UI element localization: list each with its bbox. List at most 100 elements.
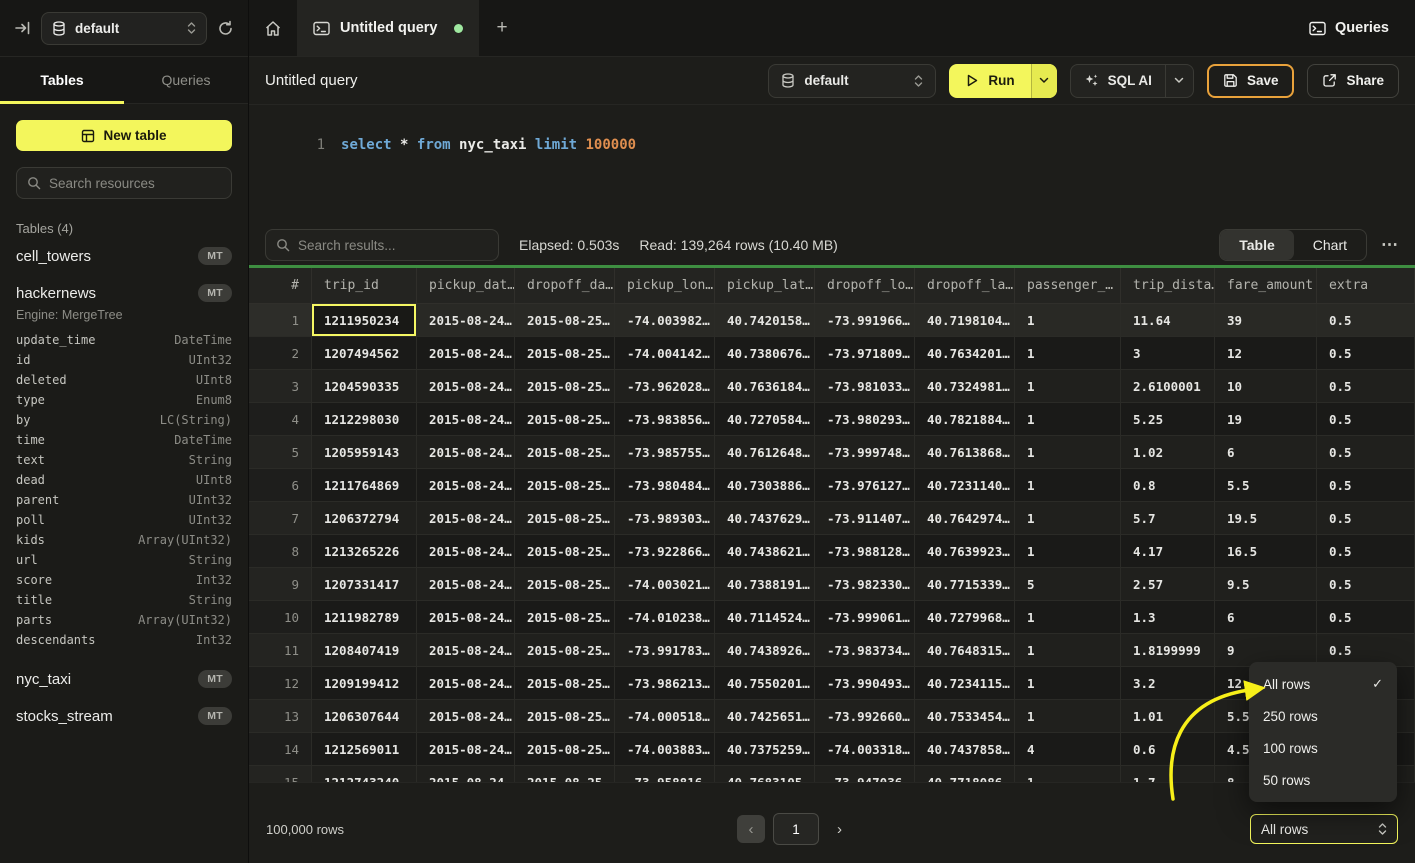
table-cell[interactable]: 1208407419 — [312, 634, 417, 667]
table-cell[interactable]: 1 — [1015, 601, 1121, 634]
table-cell[interactable]: 2015-08-25… — [515, 568, 615, 601]
table-cell[interactable]: 2015-08-25… — [515, 337, 615, 370]
table-row[interactable]: 1412125690112015-08-24…2015-08-25…-74.00… — [249, 733, 1415, 766]
table-cell[interactable]: 0.5 — [1317, 304, 1415, 337]
table-row[interactable]: 412122980302015-08-24…2015-08-25…-73.983… — [249, 403, 1415, 436]
table-cell[interactable]: 12 — [1215, 337, 1317, 370]
table-cell[interactable]: 11.64 — [1121, 304, 1215, 337]
sidebar-table-item-stocks_stream[interactable]: stocks_streamMT — [16, 699, 232, 733]
table-cell[interactable]: -73.983856… — [615, 403, 715, 436]
table-cell[interactable]: 2015-08-25… — [515, 403, 615, 436]
home-button[interactable] — [249, 0, 297, 56]
table-cell[interactable]: -73.947036… — [815, 766, 915, 782]
table-cell[interactable]: 2015-08-24… — [417, 502, 515, 535]
table-cell[interactable]: -74.000518… — [615, 700, 715, 733]
table-cell[interactable]: 1206372794 — [312, 502, 417, 535]
tab-untitled-query[interactable]: Untitled query — [297, 0, 479, 56]
table-cell[interactable]: 2015-08-24… — [417, 733, 515, 766]
table-cell[interactable]: -73.958816… — [615, 766, 715, 782]
table-cell[interactable]: 1 — [1015, 667, 1121, 700]
column-header-passenger_[interactable]: passenger_… — [1015, 268, 1121, 304]
table-cell[interactable]: 0.5 — [1317, 469, 1415, 502]
sidebar-tab-tables[interactable]: Tables — [0, 57, 124, 103]
current-page-button[interactable]: 1 — [773, 813, 819, 845]
results-search[interactable] — [265, 229, 499, 261]
table-cell[interactable]: 1 — [1015, 634, 1121, 667]
table-cell[interactable]: 0.5 — [1317, 502, 1415, 535]
run-options-caret[interactable] — [1031, 64, 1057, 98]
table-cell[interactable]: 40.7438621… — [715, 535, 815, 568]
table-cell[interactable]: 1212298030 — [312, 403, 417, 436]
table-cell[interactable]: 40.7231140… — [915, 469, 1015, 502]
table-cell[interactable]: 2015-08-24… — [417, 370, 515, 403]
table-row[interactable]: 512059591432015-08-24…2015-08-25…-73.985… — [249, 436, 1415, 469]
table-cell[interactable]: 0.5 — [1317, 370, 1415, 403]
table-cell[interactable]: 40.7715339… — [915, 568, 1015, 601]
table-cell[interactable]: -73.999061… — [815, 601, 915, 634]
prev-page-button[interactable]: ‹ — [737, 815, 765, 843]
table-cell[interactable]: 1.8199999 — [1121, 634, 1215, 667]
sql-ai-caret[interactable] — [1165, 65, 1193, 97]
refresh-icon[interactable] — [217, 20, 234, 37]
table-cell[interactable]: 40.7270584… — [715, 403, 815, 436]
table-cell[interactable]: 1205959143 — [312, 436, 417, 469]
table-cell[interactable]: 2.6100001 — [1121, 370, 1215, 403]
table-cell[interactable]: 40.7303886… — [715, 469, 815, 502]
table-cell[interactable]: 40.7718086… — [915, 766, 1015, 782]
table-cell[interactable]: 2015-08-25… — [515, 304, 615, 337]
table-cell[interactable]: 1 — [1015, 337, 1121, 370]
table-cell[interactable]: 9.5 — [1215, 568, 1317, 601]
table-cell[interactable]: 1 — [1015, 535, 1121, 568]
view-toggle-chart[interactable]: Chart — [1294, 230, 1366, 260]
new-tab-button[interactable]: + — [479, 0, 525, 56]
table-cell[interactable]: 1 — [1015, 700, 1121, 733]
table-cell[interactable]: 0.5 — [1317, 568, 1415, 601]
column-header-extra[interactable]: extra — [1317, 268, 1415, 304]
table-cell[interactable]: -73.991966… — [815, 304, 915, 337]
table-cell[interactable]: 1212569011 — [312, 733, 417, 766]
table-cell[interactable]: 1 — [1015, 469, 1121, 502]
table-cell[interactable]: 2015-08-25… — [515, 436, 615, 469]
table-cell[interactable]: 2015-08-25… — [515, 535, 615, 568]
table-cell[interactable]: 2.57 — [1121, 568, 1215, 601]
table-cell[interactable]: 40.7114524… — [715, 601, 815, 634]
table-cell[interactable]: 1 — [1015, 304, 1121, 337]
table-cell[interactable]: -74.004142… — [615, 337, 715, 370]
table-cell[interactable]: 0.5 — [1317, 601, 1415, 634]
table-cell[interactable]: -73.922866… — [615, 535, 715, 568]
column-header-trip_id[interactable]: trip_id — [312, 268, 417, 304]
table-cell[interactable]: 1.01 — [1121, 700, 1215, 733]
table-cell[interactable]: -73.971809… — [815, 337, 915, 370]
more-options-button[interactable]: ⋯ — [1381, 235, 1399, 255]
sidebar-table-item-nyc_taxi[interactable]: nyc_taxiMT — [16, 662, 232, 696]
table-cell[interactable]: 2015-08-24… — [417, 667, 515, 700]
table-cell[interactable]: 40.7821884… — [915, 403, 1015, 436]
table-row[interactable]: 1012119827892015-08-24…2015-08-25…-74.01… — [249, 601, 1415, 634]
table-cell[interactable]: -74.003982… — [615, 304, 715, 337]
table-cell[interactable]: -73.980293… — [815, 403, 915, 436]
column-header-pickup_lon[interactable]: pickup_lon… — [615, 268, 715, 304]
share-button[interactable]: Share — [1307, 64, 1399, 98]
column-header-dropoff_la[interactable]: dropoff_la… — [915, 268, 1015, 304]
table-row[interactable]: 1212091994122015-08-24…2015-08-25…-73.98… — [249, 667, 1415, 700]
column-header-index[interactable]: # — [249, 268, 312, 304]
column-header-pickup_lat[interactable]: pickup_lat… — [715, 268, 815, 304]
table-cell[interactable]: 40.7380676… — [715, 337, 815, 370]
table-cell[interactable]: 1204590335 — [312, 370, 417, 403]
table-cell[interactable]: 2015-08-24… — [417, 601, 515, 634]
table-cell[interactable]: 2015-08-25… — [515, 667, 615, 700]
table-cell[interactable]: 40.7612648… — [715, 436, 815, 469]
table-cell[interactable]: 1 — [1015, 502, 1121, 535]
table-cell[interactable]: 0.5 — [1317, 535, 1415, 568]
sql-editor[interactable]: 1select * from nyc_taxi limit 100000 — [249, 105, 1415, 225]
table-cell[interactable]: 0.6 — [1121, 733, 1215, 766]
table-cell[interactable]: 40.7437629… — [715, 502, 815, 535]
table-cell[interactable]: 40.7198104… — [915, 304, 1015, 337]
table-cell[interactable]: 10 — [1215, 370, 1317, 403]
sidebar-table-item-cell_towers[interactable]: cell_towersMT — [16, 239, 232, 273]
table-cell[interactable]: -73.988128… — [815, 535, 915, 568]
table-cell[interactable]: -73.989303… — [615, 502, 715, 535]
table-cell[interactable]: 1206307644 — [312, 700, 417, 733]
table-cell[interactable]: 2015-08-25… — [515, 766, 615, 782]
menu-item-50-rows[interactable]: 50 rows — [1249, 764, 1397, 796]
